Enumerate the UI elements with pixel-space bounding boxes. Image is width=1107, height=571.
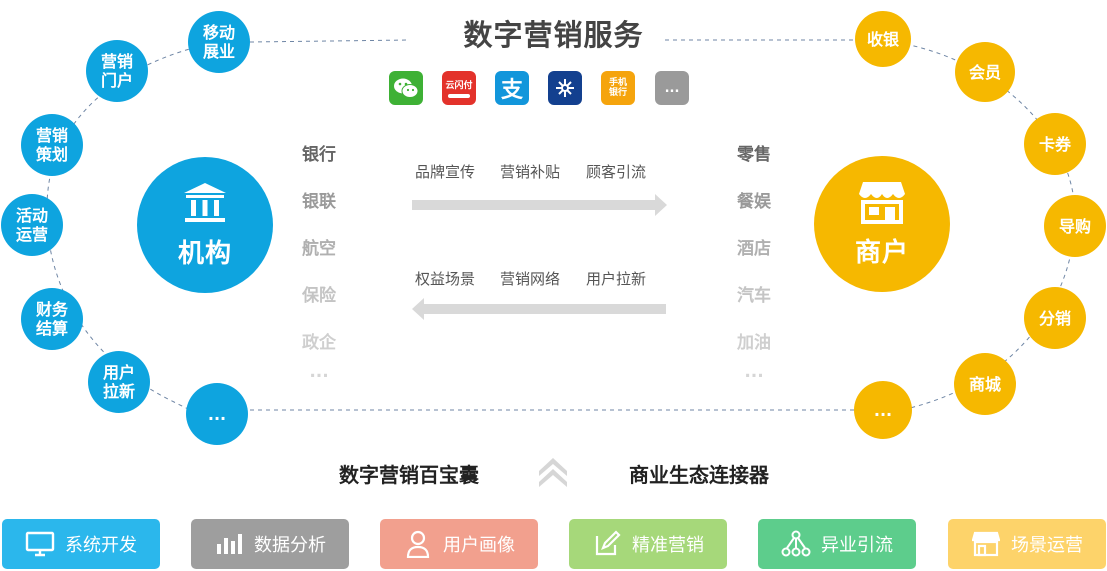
button-label: 异业引流	[821, 535, 893, 556]
wechat-pay-icon	[389, 71, 423, 105]
more-icon: ...	[655, 71, 689, 105]
store-icon	[971, 530, 1001, 558]
node-more-right: ...	[854, 381, 912, 439]
list-item: 汽车	[737, 286, 771, 306]
payment-icons: 云闪付 支 手机 银行 ...	[389, 71, 691, 107]
button-label: 用户画像	[443, 535, 515, 556]
list-item: 酒店	[737, 239, 771, 259]
user-profile-button[interactable]: 用户画像	[380, 519, 538, 569]
node-coupon: 卡券	[1024, 113, 1086, 175]
monitor-icon	[25, 530, 55, 558]
node-mall: 商城	[954, 353, 1016, 415]
list-item: 银联	[302, 192, 336, 212]
button-label: 场景运营	[1011, 535, 1083, 556]
node-marketing-planning: 营销 策划	[21, 114, 83, 176]
node-cashier: 收银	[855, 11, 911, 67]
merchant-hub: 商户	[814, 156, 950, 292]
node-distribution: 分销	[1024, 287, 1086, 349]
flow-label: 营销网络	[500, 270, 561, 288]
list-item: 保险	[302, 286, 336, 306]
flow-label: 品牌宣传	[415, 163, 476, 181]
flow-label: 用户拉新	[586, 270, 647, 288]
edit-icon	[592, 530, 622, 558]
node-financial-settlement: 财务 结算	[21, 288, 83, 350]
chevron-up-icon	[539, 458, 567, 487]
data-analysis-button[interactable]: 数据分析	[191, 519, 349, 569]
list-item: ...	[744, 362, 764, 382]
node-more-left: ...	[186, 383, 248, 445]
bank-network-icon	[548, 71, 582, 105]
institution-label: 机构	[177, 238, 232, 269]
list-item: ...	[309, 362, 329, 382]
page-title: 数字营销服务	[463, 18, 644, 52]
flow-label: 顾客引流	[586, 163, 647, 181]
node-shopping-guide: 导购	[1044, 195, 1106, 257]
bank-icon	[184, 182, 226, 222]
network-icon	[781, 530, 811, 558]
cross-industry-traffic-button[interactable]: 异业引流	[758, 519, 916, 569]
node-mobile-expansion: 移动 展业	[188, 11, 250, 73]
institution-hub: 机构	[137, 157, 273, 293]
list-item: 加油	[737, 333, 771, 353]
list-item: 餐娱	[737, 192, 771, 212]
node-user-acquisition: 用户 拉新	[88, 351, 150, 413]
scene-operation-button[interactable]: 场景运营	[948, 519, 1106, 569]
store-front-icon	[859, 181, 905, 224]
business-ecosystem-connector-title: 商业生态连接器	[629, 463, 769, 487]
list-item: 航空	[302, 239, 336, 259]
list-item: 零售	[737, 145, 771, 165]
list-item: 政企	[302, 333, 336, 353]
system-development-button[interactable]: 系统开发	[2, 519, 160, 569]
list-item: 银行	[302, 145, 336, 165]
node-member: 会员	[955, 42, 1015, 102]
mobile-bank-icon: 手机 银行	[601, 71, 635, 105]
digital-marketing-toolkit-title: 数字营销百宝囊	[339, 463, 479, 487]
bar-chart-icon	[214, 530, 244, 558]
node-marketing-portal: 营销 门户	[86, 40, 148, 102]
button-label: 精准营销	[632, 535, 704, 556]
unionpay-cloud-icon: 云闪付	[442, 71, 476, 105]
alipay-icon: 支	[495, 71, 529, 105]
merchant-label: 商户	[854, 237, 909, 268]
arrow-left	[412, 298, 666, 320]
arrow-right	[412, 194, 667, 216]
button-label: 系统开发	[65, 535, 137, 556]
precision-marketing-button[interactable]: 精准营销	[569, 519, 727, 569]
node-activity-operation: 活动 运营	[1, 194, 63, 256]
button-label: 数据分析	[254, 535, 326, 556]
user-icon	[403, 530, 433, 558]
flow-label: 权益场景	[415, 270, 476, 288]
flow-label: 营销补贴	[500, 163, 561, 181]
